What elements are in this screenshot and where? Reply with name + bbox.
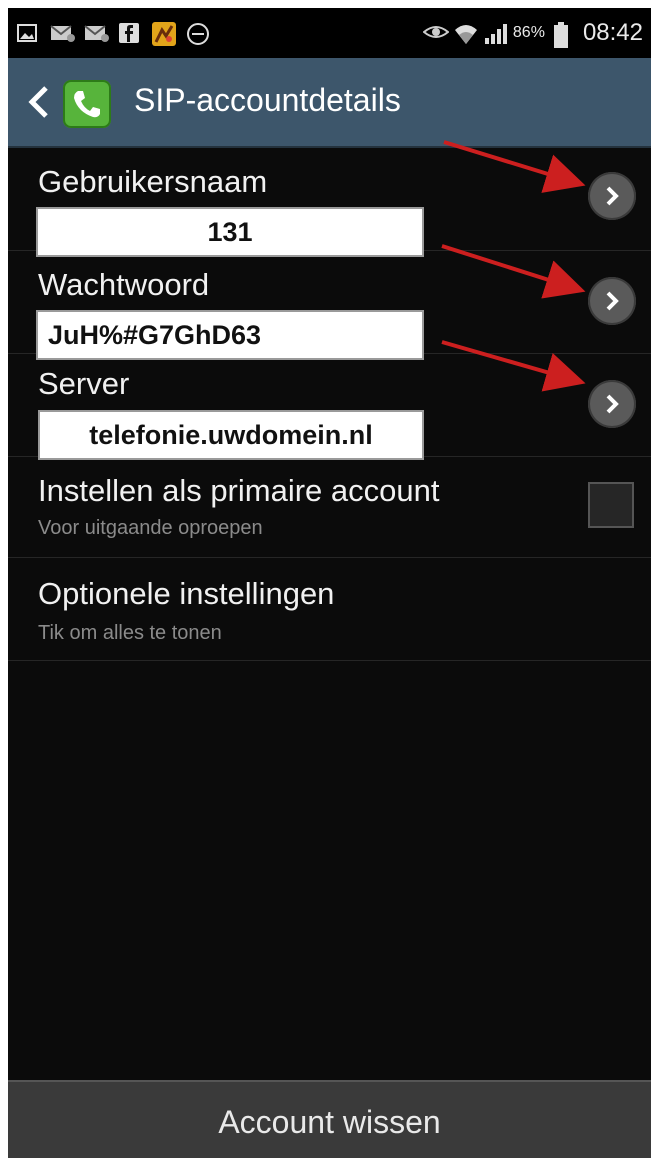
optional-settings[interactable]: Optionele instellingen Tik om alles te t… <box>8 558 651 661</box>
page-title: SIP-accountdetails <box>134 82 401 118</box>
username-label: Gebruikersnaam <box>38 164 268 199</box>
primary-account-sublabel: Voor uitgaande oproepen <box>38 517 263 539</box>
image-icon <box>16 22 38 44</box>
battery-percent: 86% <box>512 24 545 41</box>
wifi-icon <box>453 22 477 44</box>
app-icon <box>152 22 176 46</box>
mail-icon <box>50 22 75 44</box>
battery-icon <box>553 22 575 48</box>
primary-account-setting[interactable]: Instellen als primaire account Voor uitg… <box>8 457 651 558</box>
status-bar: 86% 08:42 <box>8 8 651 58</box>
server-value: telefonie.uwdomein.nl <box>38 410 424 460</box>
facebook-icon <box>118 22 140 44</box>
password-value: JuH%#G7GhD63 <box>36 310 424 360</box>
eye-icon <box>422 22 450 44</box>
clock: 08:42 <box>582 19 643 46</box>
password-setting[interactable]: Wachtwoord JuH%#G7GhD63 <box>8 251 651 360</box>
chevron-right-icon[interactable] <box>588 380 636 428</box>
server-label: Server <box>38 366 130 401</box>
username-value: 131 <box>36 207 424 257</box>
server-setting[interactable]: Server telefonie.uwdomein.nl <box>8 354 651 460</box>
optional-settings-label: Optionele instellingen <box>38 576 335 611</box>
back-icon[interactable] <box>26 82 50 122</box>
system-status: 86% 08:42 <box>422 16 643 50</box>
delete-account-button[interactable]: Account wissen <box>8 1080 651 1158</box>
delete-account-label: Account wissen <box>218 1104 441 1140</box>
mail-icon <box>84 22 109 44</box>
chevron-right-icon[interactable] <box>588 172 636 220</box>
primary-account-checkbox[interactable] <box>588 482 634 528</box>
primary-account-label: Instellen als primaire account <box>38 473 440 508</box>
notification-icons <box>16 20 209 46</box>
do-not-disturb-icon <box>186 22 209 45</box>
optional-settings-sublabel: Tik om alles te tonen <box>38 622 222 644</box>
password-label: Wachtwoord <box>38 267 210 302</box>
chevron-right-icon[interactable] <box>588 277 636 325</box>
phone-app-icon[interactable] <box>63 80 111 128</box>
phone-screen: 86% 08:42 SIP-accountdetails Gebruikersn… <box>8 8 651 1158</box>
action-bar: SIP-accountdetails <box>8 58 651 148</box>
username-setting[interactable]: Gebruikersnaam 131 <box>8 148 651 257</box>
signal-icon <box>483 22 507 44</box>
